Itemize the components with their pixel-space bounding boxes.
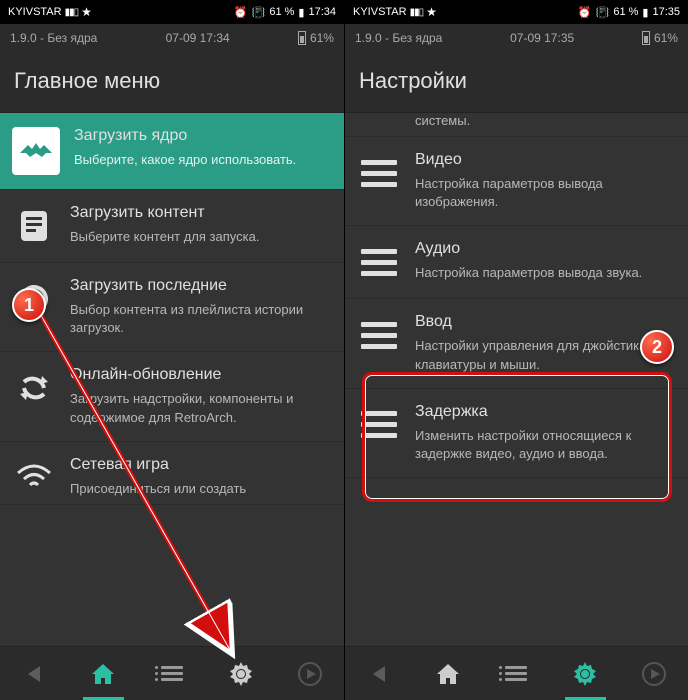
item-title: Аудио [415,240,676,258]
settings-item-video[interactable]: Видео Настройка параметров вывода изобра… [345,137,688,226]
home-icon [435,662,461,686]
item-title: Сетевая игра [70,456,332,474]
battery-pct: 61 % [613,6,638,18]
item-desc: Изменить настройки относящиеся к задержк… [415,427,676,463]
item-desc: Выбор контента из плейлиста истории загр… [70,301,332,337]
android-statusbar: KYIVSTAR ▮▮▯ ★ ⏰ 📳 61 % ▮ 17:34 [0,0,344,24]
nav-settings[interactable] [551,647,620,700]
nav-back[interactable] [0,647,69,700]
list-icon [505,666,527,681]
item-desc: Настройка параметров вывода изображения. [415,175,676,211]
item-title: Задержка [415,403,676,421]
item-desc: Присоединиться или создать [70,480,332,498]
menu-list[interactable]: Загрузить ядро Выберите, какое ядро испо… [0,113,344,646]
page-title: Настройки [345,52,688,113]
wifi-icon [12,456,56,500]
star-icon: ★ [426,5,437,19]
app-version: 1.9.0 - Без ядра [10,31,97,45]
home-icon [90,662,116,686]
bottom-nav [0,646,344,700]
battery-pct: 61 % [269,6,294,18]
item-desc: Загрузить надстройки, компоненты и содер… [70,390,332,426]
alarm-icon: ⏰ [234,6,248,19]
play-icon [642,662,666,686]
item-desc: Настройка параметров вывода звука. [415,264,676,282]
refresh-icon [12,366,56,410]
list-icon [161,666,183,681]
callout-2: 2 [640,330,674,364]
vibrate-icon: 📳 [596,6,610,19]
item-desc: Выберите контент для запуска. [70,228,332,246]
item-title: Онлайн-обновление [70,366,332,384]
retroarch-icon [12,127,60,175]
back-icon [373,666,385,682]
menu-item-load-recent[interactable]: Загрузить последние Выбор контента из пл… [0,263,344,352]
page-title: Главное меню [0,52,344,113]
battery-icon [642,31,650,45]
nav-playlists[interactable] [482,647,551,700]
nav-playlists[interactable] [138,647,207,700]
back-icon [28,666,40,682]
nav-run[interactable] [275,647,344,700]
android-statusbar: KYIVSTAR ▮▮▯ ★ ⏰ 📳 61 % ▮ 17:35 [345,0,688,24]
item-title: Видео [415,151,676,169]
callout-1: 1 [12,288,46,322]
screen-settings: KYIVSTAR ▮▮▯ ★ ⏰ 📳 61 % ▮ 17:35 1.9.0 - … [344,0,688,700]
screen-main-menu: KYIVSTAR ▮▮▯ ★ ⏰ 📳 61 % ▮ 17:34 1.9.0 - … [0,0,344,700]
clock: 17:35 [652,6,680,18]
nav-run[interactable] [619,647,688,700]
battery-icon: ▮ [298,6,304,19]
menu-item-load-content[interactable]: Загрузить контент Выберите контент для з… [0,190,344,263]
alarm-icon: ⏰ [578,6,592,19]
item-title: Ввод [415,313,676,331]
nav-home[interactable] [69,647,138,700]
menu-item-online-update[interactable]: Онлайн-обновление Загрузить надстройки, … [0,352,344,441]
item-title: Загрузить контент [70,204,332,222]
lines-icon [357,151,401,195]
nav-back[interactable] [345,647,414,700]
item-desc-partial: системы. [345,113,688,137]
item-title: Загрузить последние [70,277,332,295]
signal-icon: ▮▮▯ [410,7,424,18]
item-desc: Выберите, какое ядро использовать. [74,151,332,169]
app-battery: 61% [310,31,334,45]
play-icon [298,662,322,686]
app-subheader: 1.9.0 - Без ядра 07-09 17:34 61% [0,24,344,52]
lines-icon [357,240,401,284]
app-version: 1.9.0 - Без ядра [355,31,442,45]
item-title: Загрузить ядро [74,127,332,145]
gear-icon [572,661,598,687]
carrier-label: KYIVSTAR [8,6,62,18]
menu-item-netplay[interactable]: Сетевая игра Присоединиться или создать [0,442,344,505]
settings-list[interactable]: системы. Видео Настройка параметров выво… [345,113,688,646]
signal-icon: ▮▮▯ [65,7,79,18]
battery-icon [298,31,306,45]
menu-item-load-core[interactable]: Загрузить ядро Выберите, какое ядро испо… [0,113,344,190]
app-battery: 61% [654,31,678,45]
battery-icon: ▮ [642,6,648,19]
app-datetime: 07-09 17:35 [510,31,574,45]
clock: 17:34 [308,6,336,18]
nav-settings[interactable] [206,647,275,700]
nav-home[interactable] [414,647,483,700]
carrier-label: KYIVSTAR [353,6,407,18]
settings-item-input[interactable]: Ввод Настройки управления для джойстика,… [345,299,688,388]
lines-icon [357,313,401,357]
settings-item-audio[interactable]: Аудио Настройка параметров вывода звука. [345,226,688,299]
vibrate-icon: 📳 [252,6,266,19]
item-desc: Настройки управления для джойстика, клав… [415,337,676,373]
lines-icon [357,403,401,447]
file-icon [12,204,56,248]
app-subheader: 1.9.0 - Без ядра 07-09 17:35 61% [345,24,688,52]
bottom-nav [345,646,688,700]
settings-item-latency[interactable]: Задержка Изменить настройки относящиеся … [345,389,688,478]
app-datetime: 07-09 17:34 [166,31,230,45]
gear-icon [228,661,254,687]
star-icon: ★ [81,5,92,19]
